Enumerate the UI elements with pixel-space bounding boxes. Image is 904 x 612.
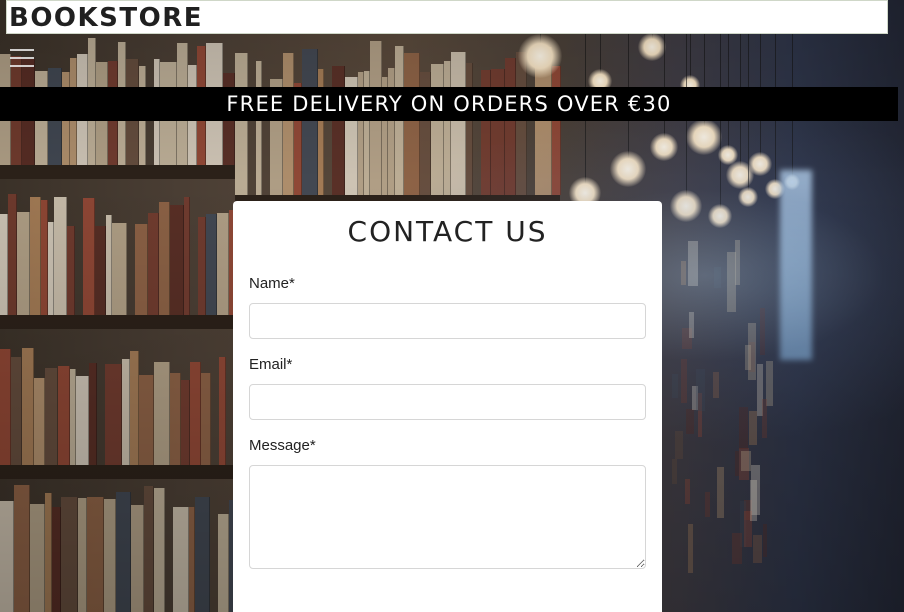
name-label: Name*: [249, 275, 295, 292]
brand-logo-text[interactable]: BOOKSTORE: [9, 2, 203, 34]
hamburger-menu-icon[interactable]: [10, 47, 36, 69]
message-textarea[interactable]: [249, 465, 646, 569]
message-field-group: Message*: [249, 437, 646, 569]
email-field-group: Email*: [249, 356, 646, 420]
email-input[interactable]: [249, 384, 646, 420]
delivery-banner: FREE DELIVERY ON ORDERS OVER €30: [0, 87, 898, 121]
top-navbar: BOOKSTORE: [6, 0, 888, 34]
page-title: CONTACT US: [347, 215, 548, 248]
email-label: Email*: [249, 356, 293, 373]
name-field-group: Name*: [249, 275, 646, 339]
message-label: Message*: [249, 437, 316, 454]
contact-form-card: CONTACT US Name* Email* Message*: [233, 201, 662, 612]
name-input[interactable]: [249, 303, 646, 339]
